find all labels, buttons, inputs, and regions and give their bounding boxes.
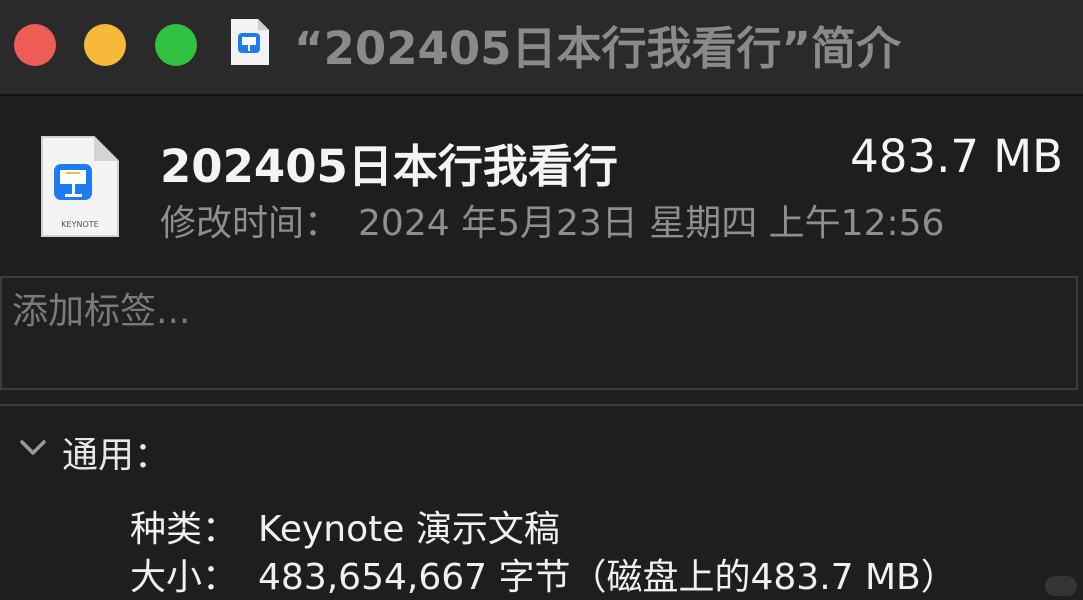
title-bar: “202405日本行我看行”简介	[0, 0, 1083, 96]
keynote-file-icon: KEYNOTE	[41, 136, 119, 237]
section-divider	[0, 404, 1083, 406]
file-header: KEYNOTE 202405日本行我看行 483.7 MB 修改时间： 2024 …	[0, 96, 1083, 266]
kind-label: 种类：	[130, 509, 239, 550]
size-row: 大小： 483,654,667 字节（磁盘上的483.7 MB）	[130, 548, 957, 600]
keynote-document-icon	[231, 19, 269, 65]
file-size: 483.7 MB	[850, 130, 1063, 183]
watermark-badge	[1045, 576, 1077, 596]
modified-value: 2024 年5月23日 星期四 上午12:56	[358, 203, 945, 244]
close-button[interactable]	[14, 24, 56, 66]
window-title: “202405日本行我看行”简介	[294, 22, 902, 75]
file-name: 202405日本行我看行	[160, 140, 618, 193]
modified-date: 修改时间： 2024 年5月23日 星期四 上午12:56	[160, 194, 944, 246]
tags-input[interactable]	[10, 286, 1054, 336]
size-label: 大小：	[130, 557, 239, 598]
modified-label: 修改时间：	[160, 203, 341, 244]
chevron-down-icon	[20, 440, 46, 455]
minimize-button[interactable]	[84, 24, 126, 66]
size-value: 483,654,667 字节（磁盘上的483.7 MB）	[258, 557, 957, 598]
tags-field[interactable]	[0, 276, 1078, 390]
general-section-title: 通用：	[62, 435, 171, 476]
keynote-icon-caption: KEYNOTE	[61, 220, 98, 229]
kind-value: Keynote 演示文稿	[258, 509, 560, 550]
kind-row: 种类： Keynote 演示文稿	[130, 500, 560, 552]
maximize-button[interactable]	[155, 24, 197, 66]
